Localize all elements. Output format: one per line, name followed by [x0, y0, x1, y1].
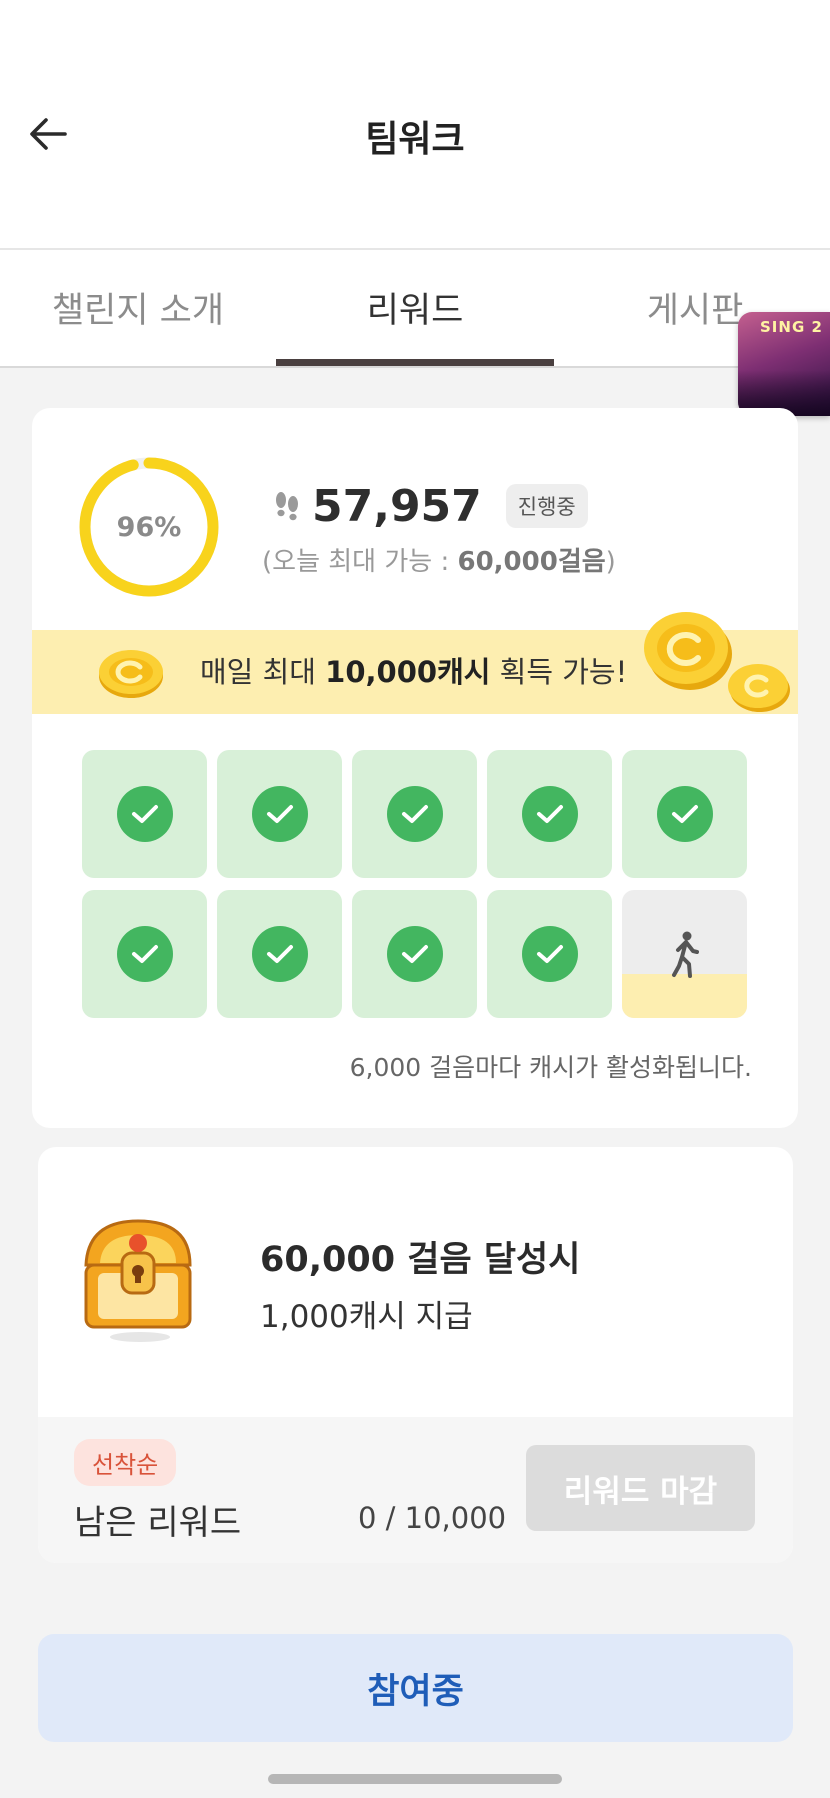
check-icon	[116, 926, 173, 982]
grid-note: 6,000 걸음마다 캐시가 활성화됩니다.	[349, 1053, 752, 1082]
check-icon	[251, 786, 308, 842]
step-cell-done	[352, 750, 477, 878]
thumbnail-title: SING 2	[760, 318, 823, 336]
treasure-chest-icon	[84, 1219, 192, 1342]
walking-person-icon	[671, 931, 699, 978]
step-cell-done	[487, 890, 612, 1018]
tab-bar: 챌린지 소개 리워드 게시판	[0, 250, 830, 368]
check-icon	[521, 926, 578, 982]
check-icon	[116, 786, 173, 842]
check-icon	[656, 786, 713, 842]
step-cell-done	[622, 750, 747, 878]
step-cell-done	[352, 890, 477, 1018]
check-icon	[251, 926, 308, 982]
step-cell-done	[217, 890, 342, 1018]
progress-percent: 96%	[116, 511, 182, 543]
coin-stack-icon	[644, 612, 790, 712]
milestone-reward-card: 60,000 걸음 달성시 1,000캐시 지급 선착순 남은 리워드 0 / …	[38, 1147, 793, 1563]
check-icon	[386, 786, 443, 842]
step-milestone-grid	[82, 750, 748, 1018]
check-icon	[521, 786, 578, 842]
step-cell-done	[82, 750, 207, 878]
top-bar: 팀워크	[0, 0, 830, 250]
step-count: 57,957	[312, 480, 482, 532]
footprints-icon	[276, 492, 298, 521]
tab-challenge-intro[interactable]: 챌린지 소개	[30, 282, 246, 333]
reward-closed-button[interactable]: 리워드 마감	[526, 1445, 755, 1531]
coin-icon	[99, 650, 163, 698]
remaining-rewards-label: 남은 리워드	[74, 1503, 242, 1543]
step-cell-done	[487, 750, 612, 878]
steps-row: 57,957 진행중	[272, 476, 588, 536]
progress-card: 96% 57,957 진행중 (오늘 최대 가능 : 60,000걸음) 매일 …	[32, 408, 798, 1128]
participating-button[interactable]: 참여중	[38, 1634, 793, 1742]
cash-banner: 매일 최대 10,000캐시 획득 가능!	[32, 612, 798, 714]
banner-text: 매일 최대 10,000캐시 획득 가능!	[200, 655, 628, 689]
milestone-reward: 1,000캐시 지급	[260, 1299, 473, 1335]
reward-footer: 선착순 남은 리워드 0 / 10,000 리워드 마감	[38, 1417, 793, 1563]
step-progress-fill	[622, 974, 747, 1018]
step-cell-in-progress	[622, 890, 747, 1018]
daily-max-value: 60,000걸음	[457, 547, 606, 577]
tab-reward[interactable]: 리워드	[276, 282, 554, 333]
check-icon	[386, 926, 443, 982]
step-cell-done	[82, 890, 207, 1018]
home-indicator	[268, 1774, 562, 1784]
step-cell-done	[217, 750, 342, 878]
active-tab-indicator	[276, 359, 554, 366]
first-come-badge: 선착순	[74, 1439, 177, 1486]
daily-max-info: (오늘 최대 가능 : 60,000걸음)	[262, 547, 616, 577]
status-badge: 진행중	[505, 484, 588, 528]
progress-ring: 96%	[74, 452, 224, 602]
milestone-title: 60,000 걸음 달성시	[260, 1240, 581, 1280]
banner-highlight: 10,000캐시	[325, 655, 491, 689]
page-title: 팀워크	[365, 119, 465, 160]
remaining-rewards-count: 0 / 10,000	[358, 1501, 507, 1535]
floating-media-thumbnail[interactable]: SING 2	[738, 312, 830, 416]
